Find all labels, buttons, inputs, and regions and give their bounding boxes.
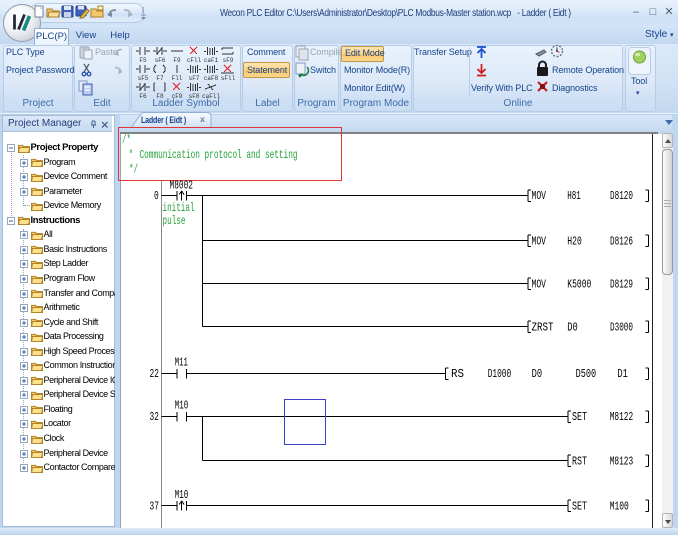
svg-text:pulse: pulse [163,214,186,228]
svg-text:MOV: MOV [532,278,547,292]
svg-text:M11: M11 [175,356,188,370]
svg-text:SET: SET [572,410,587,424]
svg-text:M8122: M8122 [610,410,634,424]
svg-text:M10: M10 [175,488,189,502]
svg-text:H20: H20 [567,234,582,248]
svg-text:MOV: MOV [532,189,547,203]
svg-text:D1: D1 [617,367,628,381]
svg-text:D8129: D8129 [610,278,633,292]
svg-text:D0: D0 [567,321,578,335]
svg-text:0: 0 [154,189,159,203]
svg-text:H81: H81 [567,189,581,203]
svg-text:D1000: D1000 [488,367,512,381]
svg-text:M8123: M8123 [610,454,634,468]
svg-text:D8126: D8126 [610,234,633,248]
svg-text:D3000: D3000 [610,321,633,335]
svg-text:RST: RST [572,454,587,468]
svg-text:/*: /* [122,133,131,147]
svg-text:D8120: D8120 [610,189,633,203]
svg-text:D0: D0 [532,367,543,381]
svg-text:22: 22 [150,367,159,381]
svg-text:M10: M10 [175,399,189,413]
svg-text:SET: SET [572,500,587,514]
svg-text:M100: M100 [610,500,629,514]
svg-text:32: 32 [150,410,159,424]
svg-text:initial: initial [163,201,195,215]
svg-text:D500: D500 [576,367,597,381]
svg-text:*: * [129,148,133,162]
svg-text:ZRST: ZRST [532,321,554,335]
svg-text:M8002: M8002 [170,179,194,193]
svg-text:RS: RS [451,367,464,381]
svg-text:37: 37 [150,500,159,514]
svg-text:Communication protocol and set: Communication protocol and setting [140,148,298,162]
svg-text:MOV: MOV [532,234,547,248]
svg-text:K5000: K5000 [567,278,591,292]
svg-text:*/: */ [129,163,138,177]
